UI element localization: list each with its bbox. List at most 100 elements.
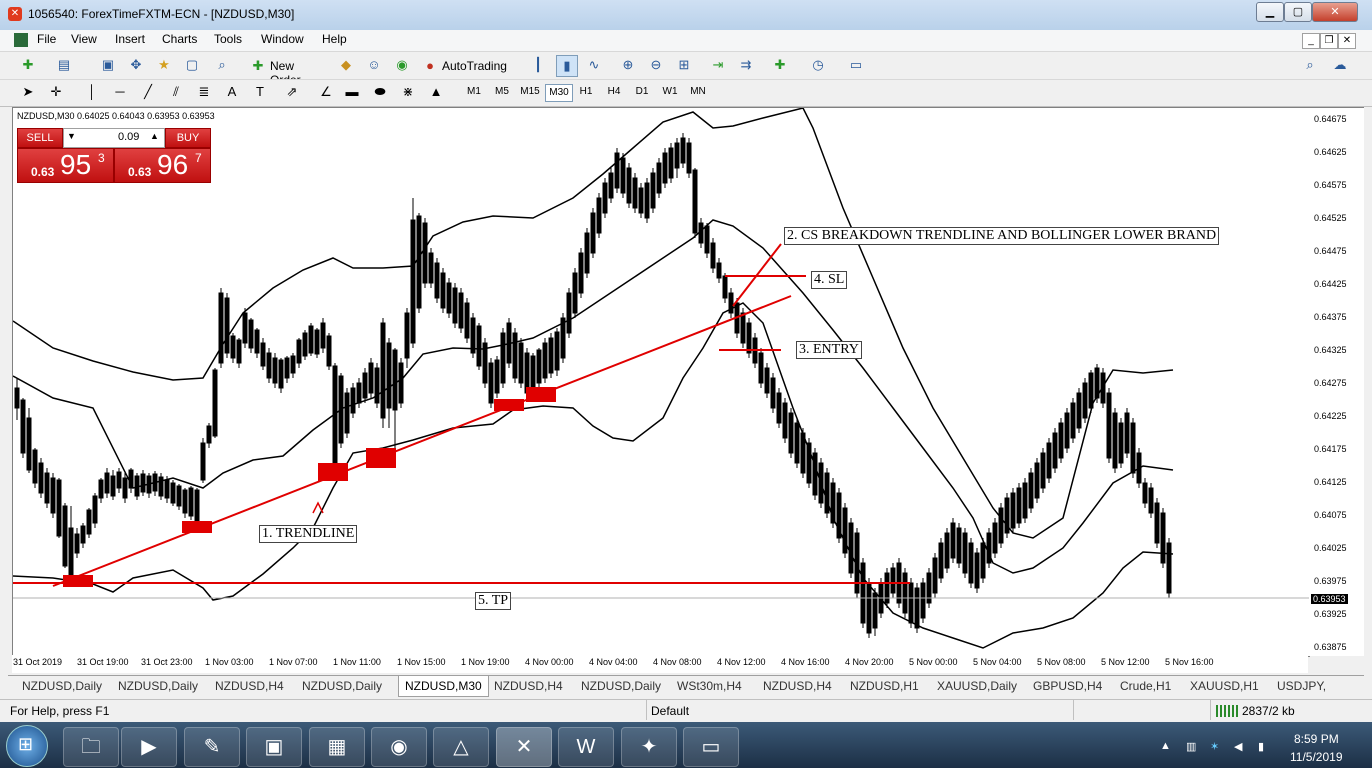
close-button[interactable]: ✕	[1312, 2, 1358, 22]
zoom-out-icon[interactable]: ⊖	[646, 55, 666, 75]
gann-icon[interactable]: ⋇	[398, 82, 418, 102]
mdi-restore-button[interactable]: ❐	[1320, 33, 1338, 49]
calculator-taskbar-icon[interactable]: ▦	[309, 727, 365, 767]
mdi-minimize-button[interactable]: _	[1302, 33, 1320, 49]
templates-icon[interactable]: ▭	[846, 55, 866, 75]
menu-view[interactable]: View	[71, 32, 97, 46]
telenor-taskbar-icon[interactable]: ✦	[621, 727, 677, 767]
data-window-icon[interactable]: ✥	[126, 55, 146, 75]
tile-windows-icon[interactable]: ⊞	[674, 55, 694, 75]
chart-tab[interactable]: NZDUSD,H4	[215, 679, 284, 693]
menu-window[interactable]: Window	[261, 32, 304, 46]
menu-file[interactable]: File	[37, 32, 56, 46]
clock-date[interactable]: 11/5/2019	[1290, 750, 1343, 764]
rectangle-icon[interactable]: ▬	[342, 82, 362, 102]
mdi-close-button[interactable]: ✕	[1338, 33, 1356, 49]
navigator-icon[interactable]: ★	[154, 55, 174, 75]
signal-icon[interactable]: ▮	[1258, 740, 1264, 753]
chart-tab[interactable]: NZDUSD,Daily	[22, 679, 102, 693]
signals-icon[interactable]: ☺	[364, 55, 384, 75]
line-chart-icon[interactable]: ∿	[584, 55, 604, 75]
chart-shift-icon[interactable]: ⇥	[708, 55, 728, 75]
chart-tab[interactable]: NZDUSD,Daily	[581, 679, 661, 693]
chart-canvas[interactable]	[13, 108, 1309, 656]
bluetooth-icon[interactable]: ✶	[1210, 740, 1219, 753]
maximize-button[interactable]: ▢	[1284, 2, 1312, 22]
buy-button[interactable]: BUY	[165, 128, 211, 148]
text-label-icon[interactable]: T	[250, 82, 270, 102]
network-icon[interactable]: ▥	[1186, 740, 1196, 753]
market-icon[interactable]: ◉	[392, 55, 412, 75]
tf-d1[interactable]: D1	[629, 84, 655, 100]
text-icon[interactable]: A	[222, 82, 242, 102]
explorer-taskbar-icon[interactable]: 🗀	[63, 727, 119, 767]
horizontal-line-icon[interactable]: ─	[110, 82, 130, 102]
menu-tools[interactable]: Tools	[214, 32, 242, 46]
trendline-icon[interactable]: ╱	[138, 82, 158, 102]
volume-icon[interactable]: ◀	[1234, 740, 1242, 753]
crosshair-icon[interactable]: ✛	[46, 82, 66, 102]
menu-charts[interactable]: Charts	[162, 32, 197, 46]
show-hidden-icons-icon[interactable]: ▲	[1160, 740, 1171, 752]
indicators-icon[interactable]: ✚	[770, 55, 790, 75]
lot-size-stepper[interactable]: ▼ 0.09 ▲	[63, 128, 165, 148]
tf-m1[interactable]: M1	[461, 84, 487, 100]
price-chart[interactable]: NZDUSD,M30 0.64025 0.64043 0.63953 0.639…	[12, 107, 1310, 657]
sell-price-button[interactable]: 0.63 95 3	[17, 148, 114, 183]
arrows-icon[interactable]: ⇗	[282, 82, 302, 102]
chart-tab[interactable]: XAUUSD,H1	[1190, 679, 1259, 693]
word-taskbar-icon[interactable]: W	[558, 727, 614, 767]
buy-price-button[interactable]: 0.63 96 7	[114, 148, 211, 183]
chart-tab[interactable]: NZDUSD,H1	[850, 679, 919, 693]
chart-tab[interactable]: NZDUSD,Daily	[118, 679, 198, 693]
tf-w1[interactable]: W1	[657, 84, 683, 100]
shapes-icon[interactable]: ∠	[316, 82, 336, 102]
vertical-line-icon[interactable]: │	[82, 82, 102, 102]
metatrader-taskbar-icon[interactable]: ✕	[496, 727, 552, 767]
chart-tab[interactable]: NZDUSD,Daily	[302, 679, 382, 693]
lot-up-icon[interactable]: ▲	[150, 131, 159, 141]
new-chart-icon[interactable]: ✚	[18, 55, 38, 75]
photo-viewer-taskbar-icon[interactable]: ▭	[683, 727, 739, 767]
chart-tab[interactable]: WSt30m,H4	[677, 679, 742, 693]
strategy-tester-icon[interactable]: ⌕	[212, 55, 232, 75]
chat-icon[interactable]: ☁	[1330, 55, 1350, 75]
search-icon[interactable]: ⌕	[1300, 55, 1320, 75]
metaeditor-icon[interactable]: ◆	[336, 55, 356, 75]
clock-time[interactable]: 8:59 PM	[1294, 732, 1339, 746]
tf-mn[interactable]: MN	[685, 84, 711, 100]
minimize-button[interactable]: ▁	[1256, 2, 1284, 22]
media-player-taskbar-icon[interactable]: ▶	[121, 727, 177, 767]
menu-insert[interactable]: Insert	[115, 32, 145, 46]
periods-icon[interactable]: ◷	[808, 55, 828, 75]
bar-chart-icon[interactable]: ┃	[528, 55, 548, 75]
start-button[interactable]: ⊞	[6, 725, 48, 767]
sell-button[interactable]: SELL	[17, 128, 63, 148]
chart-tab[interactable]: GBPUSD,H4	[1033, 679, 1102, 693]
tf-m30[interactable]: M30	[545, 84, 573, 102]
fibonacci-icon[interactable]: ≣	[194, 82, 214, 102]
profiles-icon[interactable]: ▤	[54, 55, 74, 75]
cursor-icon[interactable]: ➤	[18, 82, 38, 102]
candlestick-icon[interactable]: ▮	[556, 55, 578, 77]
terminal-icon[interactable]: ▢	[182, 55, 202, 75]
zoom-in-icon[interactable]: ⊕	[618, 55, 638, 75]
lot-down-icon[interactable]: ▼	[67, 131, 76, 141]
tf-m5[interactable]: M5	[489, 84, 515, 100]
chrome-taskbar-icon[interactable]: ◉	[371, 727, 427, 767]
chart-tab[interactable]: Crude,H1	[1120, 679, 1171, 693]
autoscroll-icon[interactable]: ⇉	[736, 55, 756, 75]
market-watch-icon[interactable]: ▣	[98, 55, 118, 75]
channel-icon[interactable]: ⫽	[166, 82, 186, 102]
triangle-icon[interactable]: ▲	[426, 82, 446, 102]
ellipse-icon[interactable]: ⬬	[370, 82, 390, 102]
chart-tab[interactable]: USDJPY,	[1277, 679, 1326, 693]
tf-h4[interactable]: H4	[601, 84, 627, 100]
tf-h1[interactable]: H1	[573, 84, 599, 100]
remote-desktop-taskbar-icon[interactable]: ▣	[246, 727, 302, 767]
menu-help[interactable]: Help	[322, 32, 347, 46]
chart-tab[interactable]: NZDUSD,H4	[494, 679, 563, 693]
paint-taskbar-icon[interactable]: ✎	[184, 727, 240, 767]
tf-m15[interactable]: M15	[517, 84, 543, 100]
chart-tab[interactable]: XAUUSD,Daily	[937, 679, 1017, 693]
